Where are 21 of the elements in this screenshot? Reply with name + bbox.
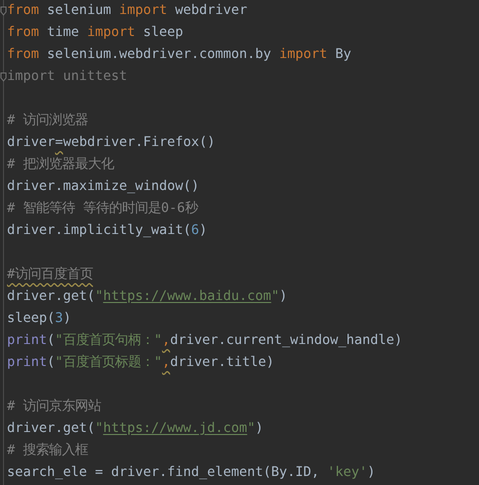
code-line: from selenium.webdriver.common.by import By (7, 46, 352, 64)
code-line: search_ele = driver.find_element(By.ID, 'key') (7, 464, 376, 482)
code-line: sleep(3) (7, 310, 72, 328)
code-line: driver.get("https://www.jd.com") (7, 420, 264, 438)
code-line: driver=webdriver.Firefox() (7, 134, 216, 152)
code-line: driver.implicitly_wait(6) (7, 222, 208, 240)
code-line: #访问百度首页 (7, 266, 94, 284)
code-line: print("百度首页句柄：",driver.current_window_handle) (7, 332, 402, 350)
code-line: # 把浏览器最大化 (7, 156, 114, 174)
code-line: from selenium import webdriver (7, 2, 248, 20)
code-line: driver.get("https://www.baidu.com") (7, 288, 288, 306)
fold-marker-icon[interactable] (0, 6, 7, 16)
code-line: # 智能等待 等待的时间是0-6秒 (7, 200, 198, 218)
code-line: import unittest (7, 68, 128, 86)
code-line: # 访问京东网站 (7, 398, 102, 416)
code-line: print("百度首页标题：",driver.title) (7, 354, 274, 372)
code-line: # 访问浏览器 (7, 112, 88, 130)
code-line: from time import sleep (7, 24, 184, 42)
fold-marker-icon[interactable] (0, 72, 7, 82)
code-line: driver.maximize_window() (7, 178, 200, 196)
code-line: # 搜索输入框 (7, 442, 88, 460)
